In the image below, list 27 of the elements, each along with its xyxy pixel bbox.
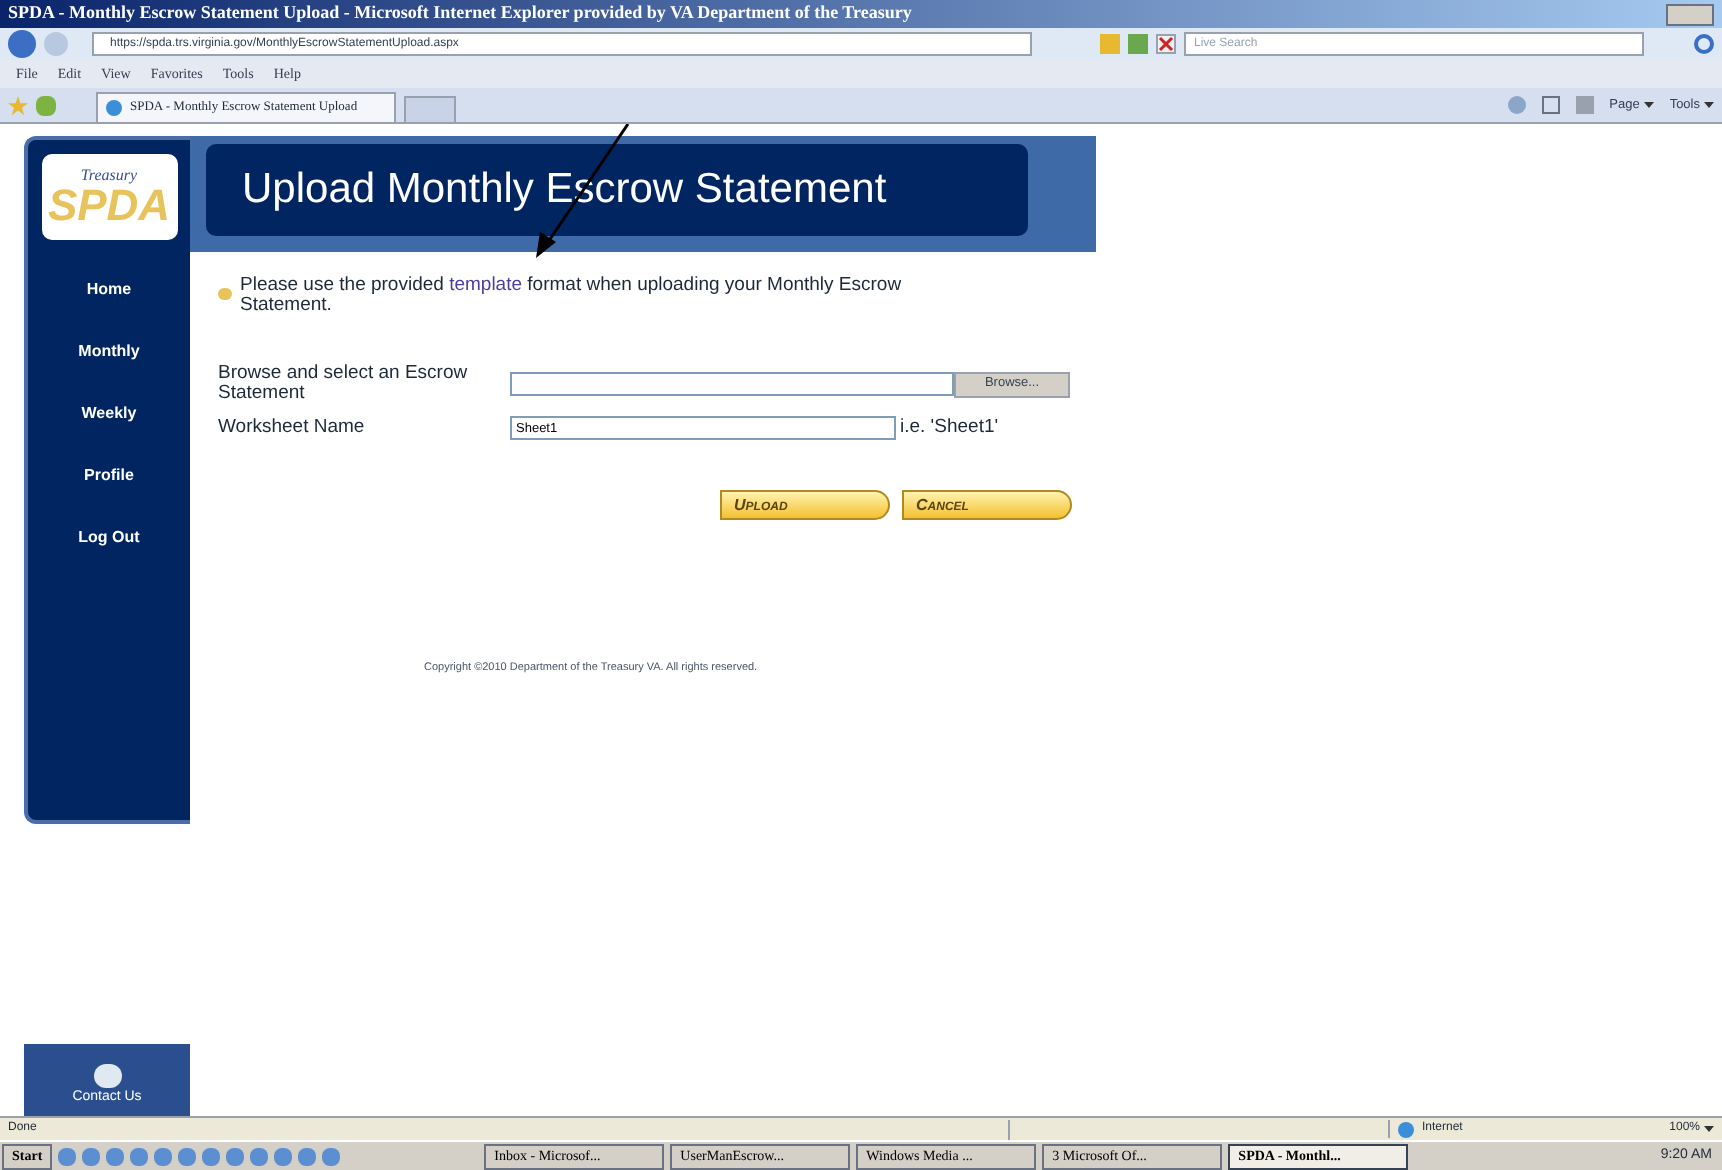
stop-icon[interactable] (1156, 34, 1176, 54)
window-title: SPDA - Monthly Escrow Statement Upload - Microsoft Internet Explorer provided by VA Department of the Treasury (8, 0, 912, 27)
form-button[interactable]: Upload (720, 490, 890, 521)
sidebar-nav-link[interactable]: Weekly (81, 402, 137, 426)
new-tab-button[interactable] (404, 96, 456, 122)
template-link[interactable]: template (449, 274, 523, 296)
logo-text: SPDA (47, 184, 171, 228)
logo-subtitle: Treasury (80, 166, 138, 184)
caret-icon (1643, 102, 1654, 108)
page-title: Upload Monthly Escrow Statement (242, 164, 887, 217)
page-icon (106, 100, 122, 116)
file-path-field[interactable] (510, 372, 954, 396)
sidebar-nav-link[interactable]: Profile (84, 464, 134, 488)
caret-icon (1704, 102, 1714, 108)
sidebar-nav-link[interactable]: Home (86, 278, 132, 302)
back-icon[interactable] (8, 30, 36, 58)
favorites-star-icon[interactable] (8, 95, 28, 115)
form-button[interactable]: Cancel (902, 490, 1072, 521)
bullet-icon (218, 288, 232, 300)
field-label: Browse and select an Escrow Statement (218, 364, 470, 404)
field-hint: i.e. 'Sheet1' (900, 414, 999, 442)
field-label: Worksheet Name (218, 414, 367, 442)
sidebar-nav-link[interactable]: Monthly (78, 340, 140, 364)
caret-icon (1704, 1126, 1714, 1132)
notice-text: Please use the provided template format when uploading your Monthly Escrow Statement. (240, 276, 904, 316)
forward-icon[interactable] (44, 32, 68, 56)
sidebar-nav-link[interactable]: Log Out (78, 526, 140, 550)
